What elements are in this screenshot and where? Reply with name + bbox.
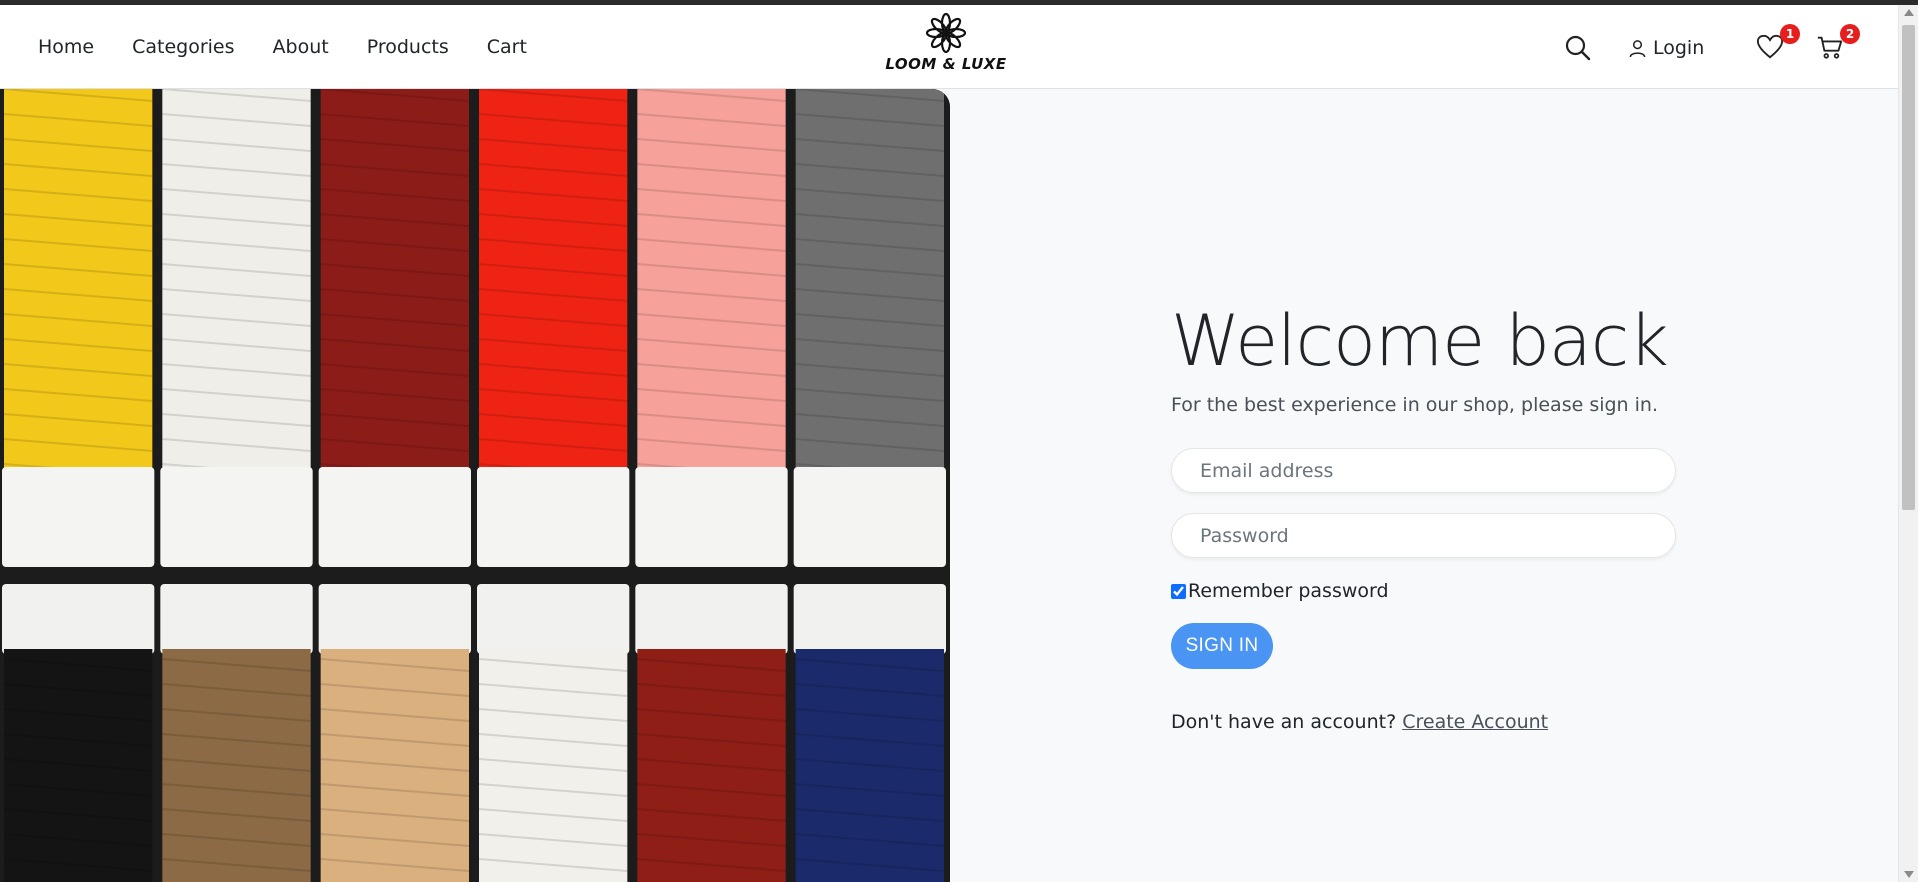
page-subtitle: For the best experience in our shop, ple… [1171,394,1658,416]
search-icon [1565,35,1591,61]
hero-image [0,89,950,882]
wishlist-button[interactable]: 1 [1756,24,1800,63]
page-title: Welcome back [1171,300,1669,382]
remember-checkbox[interactable] [1171,583,1186,599]
spool-core-bottom [318,584,471,654]
email-input[interactable] [1200,459,1647,482]
spool-core-bottom [793,584,946,654]
remember-password[interactable]: Remember password [1171,580,1676,602]
sign-in-button[interactable]: SIGN IN [1171,623,1273,669]
create-account-link[interactable]: Create Account [1402,711,1548,733]
spool-core-top [477,467,630,567]
spool-core-top [160,467,313,567]
spool-core-bottom [477,584,630,654]
nav-products[interactable]: Products [367,36,449,58]
login-form: Welcome back For the best experience in … [1171,303,1676,733]
nav-about[interactable]: About [273,36,329,58]
spool-core-top [793,467,946,567]
site-navbar: Home Categories About Products Cart LOOM… [0,5,1898,89]
scrollbar-thumb[interactable] [1902,25,1915,510]
nav-categories[interactable]: Categories [132,36,234,58]
wishlist-count-badge: 1 [1780,24,1800,44]
search-button[interactable] [1564,34,1592,62]
password-input[interactable] [1200,524,1647,547]
password-field[interactable] [1171,513,1676,558]
page-scrollbar[interactable] [1898,5,1918,882]
scroll-down-arrow-icon[interactable] [1904,871,1914,878]
nav-cart[interactable]: Cart [487,36,527,58]
signup-prompt: Don't have an account? Create Account [1171,711,1676,733]
main-nav: Home Categories About Products Cart [38,5,565,89]
spool-core-top [318,467,471,567]
brand-logo[interactable]: LOOM & LUXE [885,13,1006,79]
spool-core-top [2,467,155,567]
brand-name: LOOM & LUXE [885,55,1007,73]
spool-core-bottom [2,584,155,654]
email-field[interactable] [1171,448,1676,493]
thread-spools-image [0,89,950,882]
nav-home[interactable]: Home [38,36,94,58]
user-icon [1629,39,1646,57]
login-label: Login [1653,37,1705,59]
remember-label: Remember password [1188,580,1389,602]
spool-core-bottom [160,584,313,654]
cart-button[interactable]: 2 [1816,24,1860,63]
spool-core-top [635,467,788,567]
login-button[interactable]: Login [1628,33,1704,63]
spool-core-bottom [635,584,788,654]
signup-text: Don't have an account? [1171,711,1397,733]
login-panel: Welcome back For the best experience in … [950,89,1898,882]
scroll-up-arrow-icon[interactable] [1904,9,1914,16]
cart-count-badge: 2 [1840,24,1860,44]
flower-logo-icon [926,13,966,53]
nav-actions: Login 1 2 [1498,5,1898,89]
